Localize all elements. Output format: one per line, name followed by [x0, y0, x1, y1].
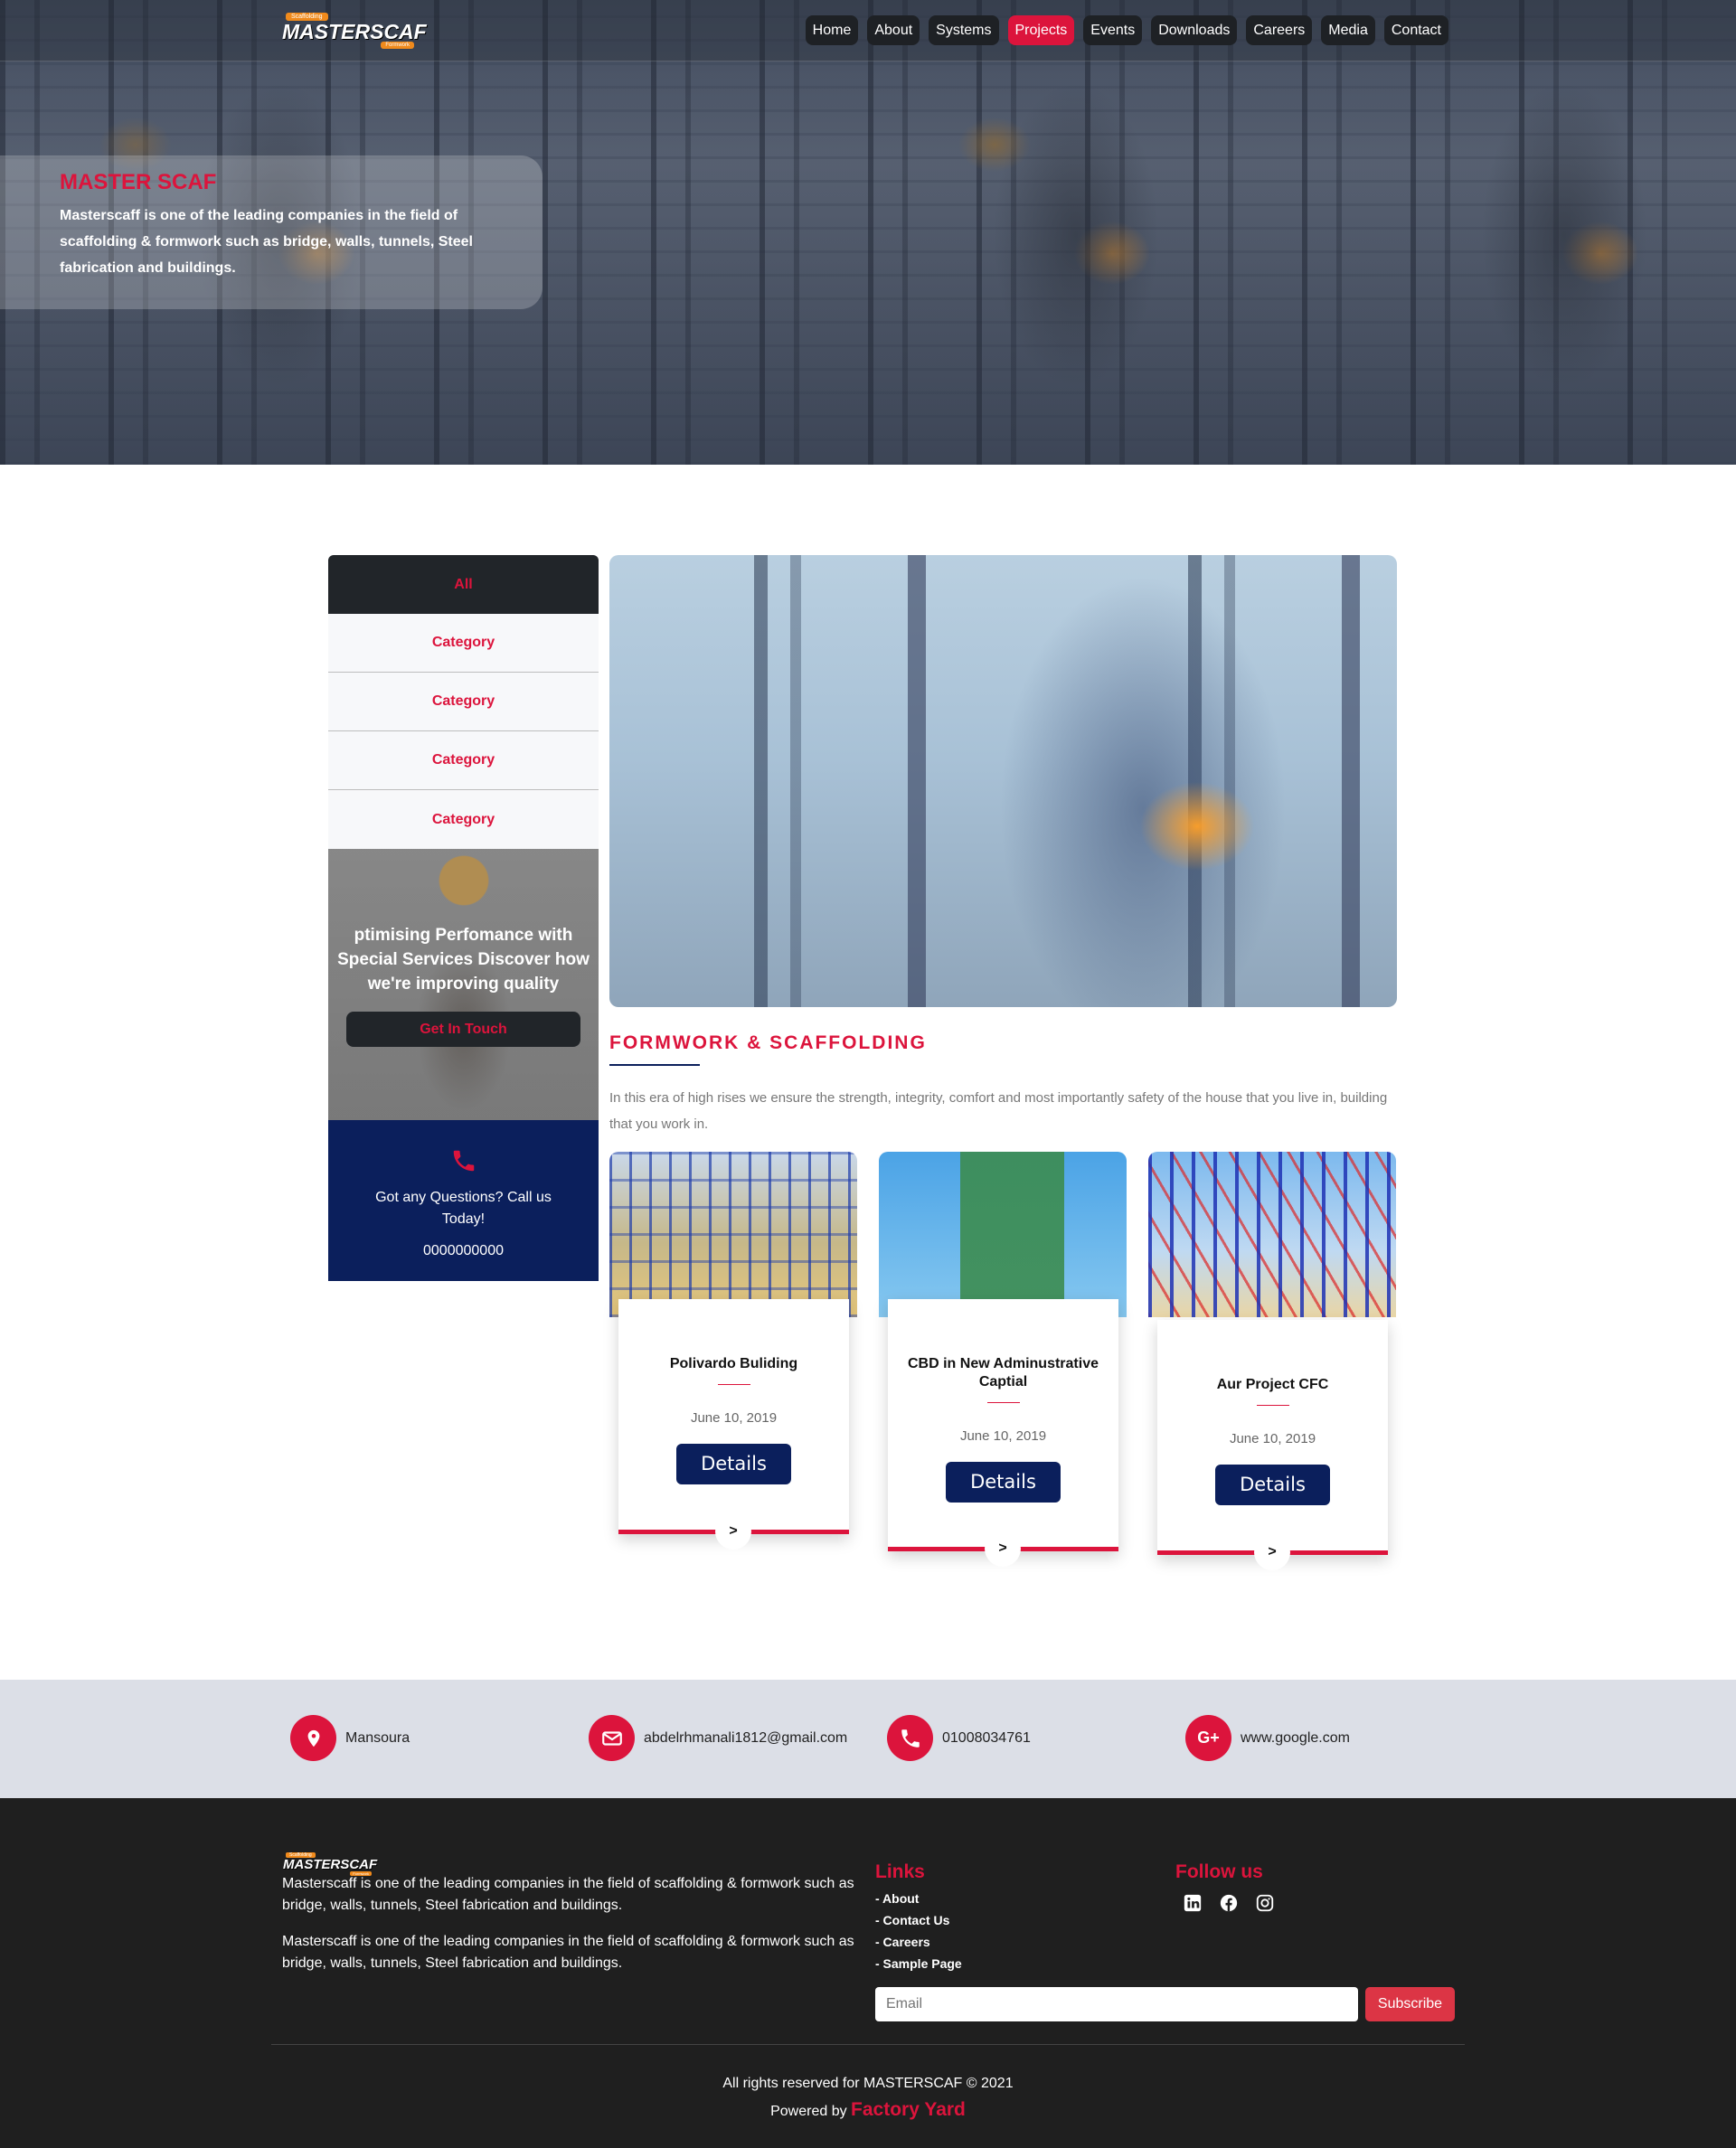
nav-projects[interactable]: Projects: [1007, 15, 1075, 45]
contact-website: G+ www.google.com: [1185, 1715, 1350, 1761]
website-text[interactable]: www.google.com: [1241, 1730, 1350, 1747]
project-card: Polivardo Buliding June 10, 2019 Details…: [618, 1299, 849, 1550]
logo-wordmark: MASTERSCAF: [283, 1857, 378, 1872]
footer-about-text: Masterscaff is one of the leading compan…: [282, 1876, 854, 1913]
category-sidebar: All Category Category Category Category …: [328, 555, 599, 1281]
hero-banner: Scaffolding MASTERSCAF Formwork Home Abo…: [0, 0, 1736, 465]
email-text[interactable]: abdelrhmanali1812@gmail.com: [644, 1730, 847, 1747]
title-underline: [986, 1402, 1020, 1403]
phone-text[interactable]: 01008034761: [942, 1730, 1031, 1747]
nav-downloads[interactable]: Downloads: [1151, 15, 1238, 45]
contact-phone: 01008034761: [887, 1715, 1031, 1761]
category-item[interactable]: Category: [328, 790, 599, 849]
call-question: Got any Questions? Call us Today!: [375, 1190, 552, 1227]
footer-divider: [271, 2044, 1465, 2045]
category-all[interactable]: All: [328, 555, 599, 614]
title-underline: [717, 1384, 750, 1385]
nav-events[interactable]: Events: [1083, 15, 1143, 45]
footer-link-about[interactable]: - About: [875, 1888, 962, 1909]
project-date: June 10, 2019: [1229, 1431, 1316, 1446]
promo-text: ptimising Perfomance with Special Servic…: [337, 926, 590, 994]
section-intro: In this era of high rises we ensure the …: [609, 1090, 1388, 1132]
title-underline: [1256, 1405, 1289, 1406]
category-item[interactable]: Category: [328, 614, 599, 673]
nav-systems[interactable]: Systems: [929, 15, 999, 45]
contact-strip: Mansoura abdelrhmanali1812@gmail.com 010…: [0, 1680, 1736, 1798]
copyright-text: All rights reserved for MASTERSCAF © 202…: [722, 2076, 1014, 2091]
social-links: [1183, 1893, 1275, 1913]
details-button[interactable]: Details: [676, 1444, 791, 1484]
project-title: Polivardo Buliding: [669, 1356, 798, 1371]
footer-link-sample-page[interactable]: - Sample Page: [875, 1953, 962, 1974]
site-logo[interactable]: Scaffolding MASTERSCAF Formwork: [282, 13, 427, 49]
contact-email: abdelrhmanali1812@gmail.com: [589, 1715, 847, 1761]
details-button[interactable]: Details: [946, 1462, 1061, 1503]
phone-icon: [453, 1150, 475, 1172]
site-footer: Scaffolding MASTERSCAF Formwork Mastersc…: [0, 1798, 1736, 2148]
title-underline: [609, 1064, 700, 1066]
powered-by-label: Powered by: [770, 2104, 847, 2119]
nav-home[interactable]: Home: [805, 15, 859, 45]
contact-location: Mansoura: [290, 1715, 410, 1761]
logo-wordmark: MASTERSCAF: [282, 20, 427, 43]
project-card: CBD in New Adminustrative Captial June 1…: [888, 1299, 1118, 1567]
nav-careers[interactable]: Careers: [1246, 15, 1313, 45]
subscribe-button[interactable]: Subscribe: [1365, 1987, 1455, 2021]
logo-tag: Formwork: [381, 42, 414, 49]
follow-heading: Follow us: [1175, 1861, 1263, 1882]
project-date: June 10, 2019: [959, 1428, 1047, 1444]
footer-about: Masterscaff is one of the leading compan…: [282, 1873, 861, 1989]
details-button[interactable]: Details: [1215, 1465, 1330, 1505]
powered-by: Powered by Factory Yard: [0, 2099, 1736, 2121]
phone-icon: [887, 1715, 933, 1761]
footer-link-contact[interactable]: - Contact Us: [875, 1909, 962, 1931]
instagram-icon[interactable]: [1255, 1893, 1275, 1913]
project-title: CBD in New Adminustrative Captial: [908, 1356, 1099, 1390]
powered-by-link[interactable]: Factory Yard: [851, 2099, 966, 2120]
card-arrow-button[interactable]: >: [1254, 1534, 1290, 1570]
top-navbar: Scaffolding MASTERSCAF Formwork Home Abo…: [0, 0, 1736, 61]
project-date: June 10, 2019: [690, 1410, 778, 1426]
hero-text: Masterscaff is one of the leading compan…: [60, 208, 473, 276]
footer-link-careers[interactable]: - Careers: [875, 1931, 962, 1953]
nav-about[interactable]: About: [867, 15, 920, 45]
project-image: [1148, 1152, 1396, 1317]
envelope-icon: [589, 1715, 635, 1761]
category-item[interactable]: Category: [328, 673, 599, 731]
linkedin-icon[interactable]: [1183, 1893, 1203, 1913]
category-item[interactable]: Category: [328, 731, 599, 790]
call-box: Got any Questions? Call us Today! 000000…: [328, 1120, 599, 1281]
footer-links: - About - Contact Us - Careers - Sample …: [875, 1888, 962, 1974]
hero-background-image: [814, 0, 1338, 465]
project-card: Aur Project CFC June 10, 2019 Details >: [1157, 1320, 1388, 1570]
footer-about-text: Masterscaff is one of the leading compan…: [282, 1934, 854, 1971]
facebook-icon[interactable]: [1219, 1893, 1239, 1913]
section-title: FORMWORK & SCAFFOLDING: [609, 1032, 927, 1053]
nav-media[interactable]: Media: [1321, 15, 1375, 45]
hero-caption: MASTER SCAF Masterscaff is one of the le…: [0, 155, 542, 309]
promo-card: ptimising Perfomance with Special Servic…: [328, 849, 599, 1120]
links-heading: Links: [875, 1861, 925, 1882]
main-nav: Home About Systems Projects Events Downl…: [805, 15, 1448, 45]
project-image: [609, 1152, 857, 1317]
featured-project-image: [609, 555, 1397, 1007]
hero-title: MASTER SCAF: [60, 170, 217, 194]
call-number[interactable]: 0000000000: [328, 1243, 599, 1259]
hero-background-image: [1302, 0, 1736, 465]
google-plus-icon: G+: [1185, 1715, 1231, 1761]
location-text: Mansoura: [345, 1729, 410, 1746]
nav-contact[interactable]: Contact: [1383, 15, 1448, 45]
location-pin-icon: [290, 1715, 336, 1761]
card-arrow-button[interactable]: >: [715, 1513, 751, 1550]
project-image: [879, 1152, 1127, 1317]
get-in-touch-button[interactable]: Get In Touch: [346, 1012, 580, 1047]
card-arrow-button[interactable]: >: [985, 1531, 1021, 1567]
project-title: Aur Project CFC: [1216, 1377, 1329, 1392]
newsletter-email-input[interactable]: [875, 1987, 1358, 2021]
